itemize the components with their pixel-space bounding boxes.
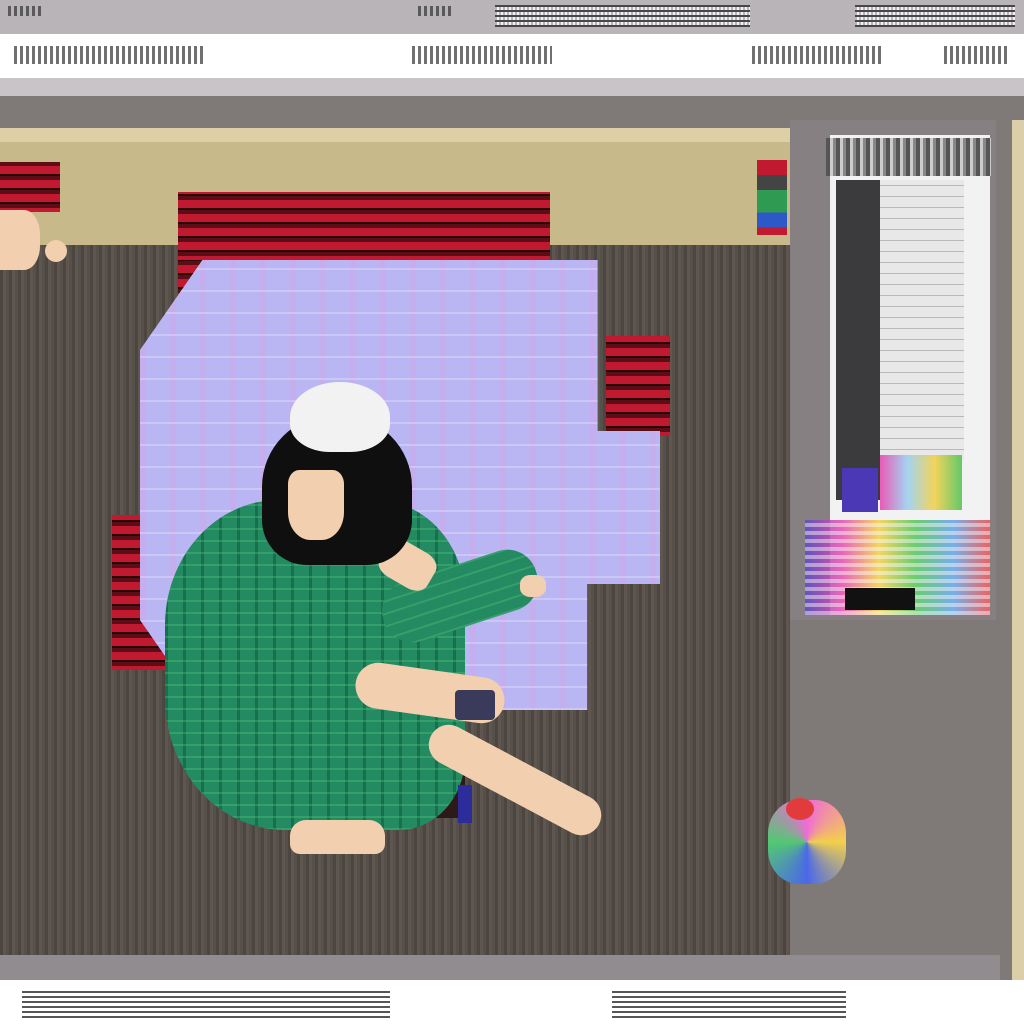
game-controller <box>455 690 495 720</box>
toy-plush-head <box>786 798 814 820</box>
top-glyphs-left <box>8 6 44 16</box>
plaid-top <box>178 192 550 260</box>
wall-molding <box>0 128 790 142</box>
right-edge-strip <box>1012 120 1024 980</box>
bookshelf-dark-column <box>836 180 880 500</box>
figure-sock <box>458 785 472 823</box>
figure-hair-bun <box>290 382 390 452</box>
figure-hand <box>520 575 546 597</box>
top-text-center <box>495 5 750 27</box>
bookshelf-box <box>842 468 878 512</box>
header-text-center <box>412 46 552 64</box>
footer-text-right <box>612 988 846 1018</box>
header-text-left <box>14 46 204 64</box>
bookshelf-shelves <box>880 180 964 460</box>
header-text-far-right <box>944 46 1010 64</box>
bookshelf-top-items <box>826 138 991 176</box>
footer-text-left <box>22 988 390 1018</box>
header-text-right <box>752 46 882 64</box>
bookshelf-colored-items <box>880 455 962 510</box>
bookshelf-black-item <box>845 588 915 610</box>
floor-edge <box>0 955 1000 981</box>
top-text-right <box>855 5 1015 27</box>
wall-shelf-item <box>757 160 787 235</box>
left-partial-figure <box>0 210 40 270</box>
header-divider <box>0 78 1024 96</box>
figure-foot <box>290 820 385 854</box>
figure-face <box>288 470 344 540</box>
left-partial-hand <box>45 240 67 262</box>
plaid-left <box>0 162 60 212</box>
plaid-right <box>606 336 670 436</box>
top-glyphs-mid <box>418 6 454 16</box>
